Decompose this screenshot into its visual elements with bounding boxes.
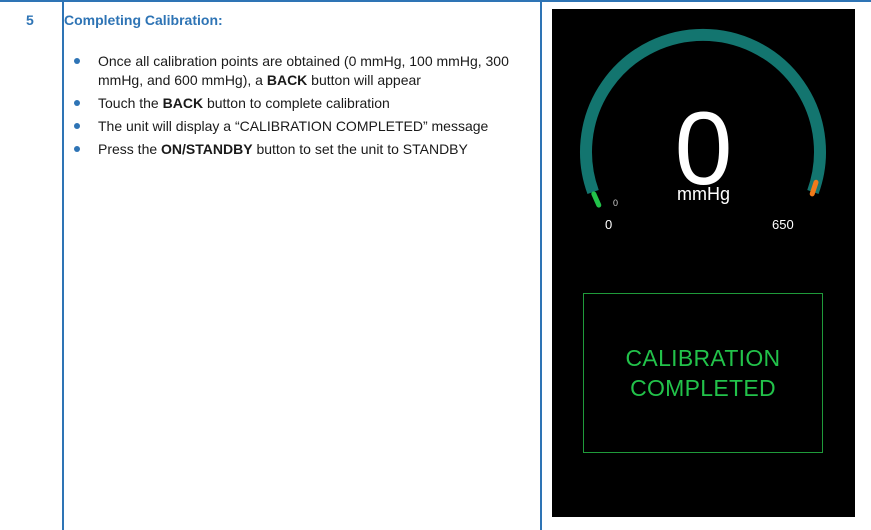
device-screen: 0 mmHg 0 0 650 CALIBRATION COMPLETED: [552, 9, 855, 517]
bold-term: BACK: [162, 95, 204, 111]
bold-term: ON/STANDBY: [161, 141, 253, 157]
instruction-item: The unit will display a “CALIBRATION COM…: [74, 117, 534, 136]
instruction-table: 5 Completing Calibration: Once all calib…: [0, 0, 871, 530]
table-border-mid: [540, 0, 542, 530]
instruction-text: button will appear: [307, 72, 421, 88]
step-number: 5: [26, 12, 34, 28]
instruction-item: Touch the BACK button to complete calibr…: [74, 94, 534, 113]
status-line-1: CALIBRATION: [625, 345, 781, 371]
bullet-icon: [74, 146, 80, 152]
status-message-box: CALIBRATION COMPLETED: [583, 293, 823, 453]
bullet-icon: [74, 123, 80, 129]
table-border-left: [62, 0, 64, 530]
status-line-2: COMPLETED: [630, 375, 776, 401]
instruction-list: Once all calibration points are obtained…: [74, 52, 534, 163]
bold-term: BACK: [266, 72, 308, 88]
status-message: CALIBRATION COMPLETED: [626, 343, 781, 403]
instruction-text: button to complete calibration: [203, 95, 390, 111]
instruction-text: button to set the unit to STANDBY: [252, 141, 468, 157]
instruction-item: Press the ON/STANDBY button to set the u…: [74, 140, 534, 159]
bullet-icon: [74, 58, 80, 64]
instruction-text: Press the: [98, 141, 162, 157]
gauge-min-label: 0: [605, 217, 613, 232]
gauge-min-marker-label: 0: [613, 198, 619, 208]
step-title: Completing Calibration:: [64, 12, 223, 28]
instruction-item: Once all calibration points are obtained…: [74, 52, 534, 90]
instruction-text: Touch the: [98, 95, 163, 111]
table-border-top: [0, 0, 871, 2]
gauge-max-label: 650: [772, 217, 794, 232]
instruction-text: The unit will display a “CALIBRATION COM…: [98, 118, 489, 134]
pressure-unit: mmHg: [677, 184, 730, 204]
bullet-icon: [74, 100, 80, 106]
